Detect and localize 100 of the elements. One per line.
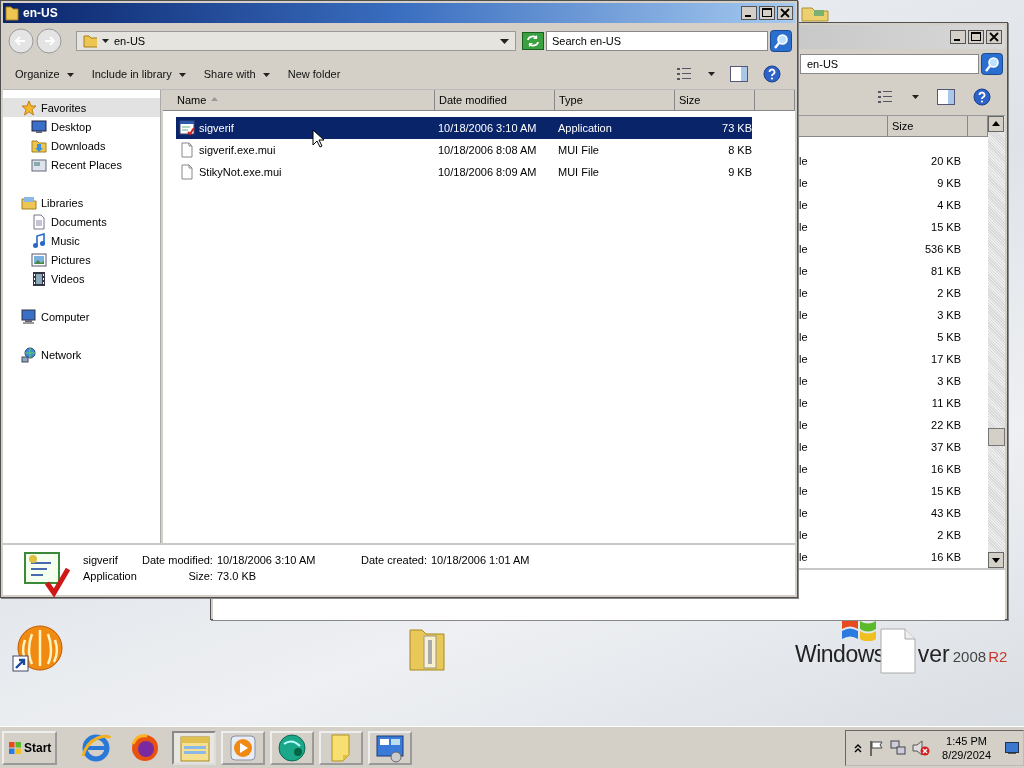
table-cell-text: le [799,331,809,343]
file-name: sigverif [83,554,119,566]
caret-icon[interactable] [708,72,715,76]
column-header[interactable]: Size [675,90,755,111]
tree-item[interactable]: Music [3,231,160,250]
tree-item[interactable]: Computer [3,307,160,326]
table-cell-text: le [799,353,809,365]
logo-text: Windows [795,641,885,668]
table-cell-text: 2 KB [936,287,961,299]
table-cell-text: le [799,551,809,563]
caret-icon [66,72,74,77]
view-icon[interactable] [676,67,692,81]
column-header[interactable]: Name [163,90,435,111]
table-cell-text: 73 KB [721,122,752,134]
table-cell-text: le [799,529,809,541]
table-cell-text: le [799,199,809,211]
tree-item[interactable]: Videos [3,269,160,288]
folder-icon [83,33,97,49]
tree-item[interactable]: Pictures [3,250,160,269]
table-cell-text: 5 KB [936,331,961,343]
view-icon[interactable] [877,90,893,104]
close-button[interactable] [777,6,793,20]
help-icon[interactable] [973,88,991,106]
taskbar-button[interactable] [270,730,315,765]
table-cell-text: 9 KB [936,177,961,189]
flag-icon[interactable] [868,739,885,756]
tree-item[interactable]: Recent Places [3,155,160,174]
clock[interactable]: 1:45 PM 8/29/2024 [942,733,991,762]
scroll-down-button[interactable] [988,552,1004,568]
table-cell-text: 10/18/2006 3:10 AM [437,122,538,134]
table-cell-text: le [799,243,809,255]
show-desktop-icon[interactable] [1005,741,1019,754]
table-cell-text: 8 KB [727,144,752,156]
back-button[interactable] [8,28,34,54]
file-row[interactable]: sigverif.exe.mui 10/18/2006 8:08 AM MUI File 8 KB [176,139,752,161]
tree-item[interactable]: Favorites [3,98,160,117]
column-header[interactable]: Size [888,116,968,137]
menu-button[interactable]: Share with [197,65,276,83]
address-field[interactable]: en-US [76,31,516,51]
close-button[interactable] [986,30,1002,44]
taskbar-button[interactable] [172,730,217,765]
column-header[interactable]: Type [555,90,675,111]
star-icon [21,99,37,116]
network-icon[interactable] [890,739,907,756]
tree-item[interactable]: Libraries [3,193,160,212]
table-cell-text: 536 KB [923,243,961,255]
download-folder-icon [31,137,47,154]
scrollbar[interactable] [988,116,1005,568]
maximize-button[interactable] [968,30,984,44]
table-cell-text: le [799,287,809,299]
table-cell-text: 3 KB [936,309,961,321]
help-icon[interactable] [763,65,781,83]
toolbar-button[interactable]: New folder [281,65,347,83]
table-cell-text: 16 KB [930,463,961,475]
table-cell-text: 15 KB [930,221,961,233]
scroll-up-button[interactable] [988,116,1004,132]
caret-icon [178,72,186,77]
table-cell-text: 11 KB [930,397,961,409]
tree-item[interactable]: Network [3,345,160,364]
search-field[interactable]: Search en-US [546,31,768,51]
minimize-button[interactable] [741,6,757,20]
search-field[interactable]: en-US [800,54,979,74]
tree-item[interactable]: Documents [3,212,160,231]
file-row[interactable]: sigverif 10/18/2006 3:10 AM Application 73 KB [176,117,752,139]
table-cell-text: le [799,507,809,519]
table-cell-text: 10/18/2006 8:09 AM [437,166,538,178]
tree-item[interactable]: Desktop [3,117,160,136]
menu-button[interactable]: Include in library [85,65,192,83]
preview-pane-icon[interactable] [730,66,748,82]
table-cell-text: 4 KB [936,199,961,211]
table-cell-text: le [799,221,809,233]
window-title: en-US [23,6,58,20]
file-row[interactable]: StikyNot.exe.mui 10/18/2006 8:09 AM MUI File 9 KB [176,161,752,183]
caret-icon[interactable] [500,38,509,44]
field-value: 73.0 KB [216,570,258,582]
music-note-icon [31,232,47,249]
table-cell-text: le [799,463,809,475]
preview-pane-icon[interactable] [937,89,955,105]
menu-button[interactable]: Organize [9,65,80,83]
start-button[interactable]: Start [2,730,58,765]
folder-icon [800,6,830,22]
search-button[interactable] [981,53,1003,75]
table-cell-text: 20 KB [930,155,961,167]
column-header[interactable]: Date modified [435,90,555,111]
logo-text: ver [917,641,950,668]
search-button[interactable] [770,30,792,52]
caret-icon[interactable] [912,95,919,99]
scrollbar-thumb[interactable] [988,428,1005,446]
forward-button[interactable] [36,28,62,54]
document-icon [179,164,195,180]
taskbar-button[interactable] [368,730,413,765]
file-icon [880,628,916,674]
minimize-button[interactable] [950,30,966,44]
maximize-button[interactable] [759,6,775,20]
tree-item[interactable]: Downloads [3,136,160,155]
speaker-muted-icon[interactable] [912,739,931,756]
chevron-icon[interactable] [854,742,863,753]
field-value: 10/18/2006 3:10 AM [216,554,317,566]
table-cell-text: 22 KB [930,419,961,431]
refresh-button[interactable] [522,32,544,50]
